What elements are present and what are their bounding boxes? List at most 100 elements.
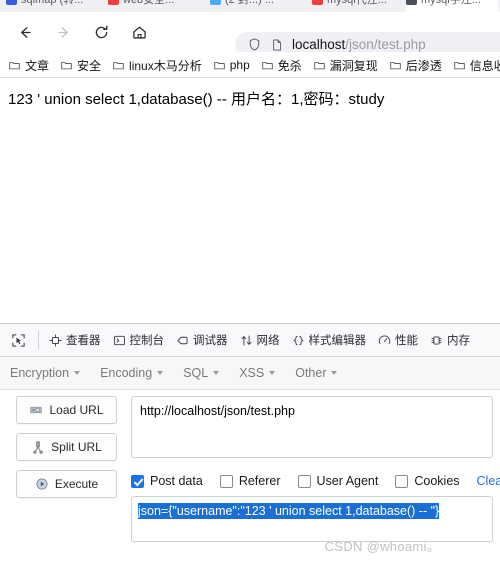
debugger-icon xyxy=(177,336,188,344)
page-icon xyxy=(273,39,281,50)
bookmarks-bar: 文章 安全 linux木马分析 php 免杀 漏洞复现 后渗透 信息收 xyxy=(0,52,500,78)
cookies-checkbox[interactable]: Cookies xyxy=(395,474,460,488)
referer-checkbox[interactable]: Referer xyxy=(219,474,281,488)
bookmark-label: 漏洞复现 xyxy=(329,58,378,73)
tab-favicon-icon xyxy=(312,0,323,5)
home-icon xyxy=(132,26,146,39)
devtools-panel: 查看器 控制台 调试器 网络 样式编辑器 性能 内存 Encryption En… xyxy=(0,323,500,561)
devtools-tab-style-editor[interactable]: 样式编辑器 xyxy=(286,324,373,356)
folder-icon xyxy=(262,61,273,69)
hackbar-menu-label: XSS xyxy=(239,366,265,380)
devtools-tab-inspector[interactable]: 查看器 xyxy=(43,324,107,356)
devtools-tab-network[interactable]: 网络 xyxy=(234,324,286,356)
bookmark-item[interactable]: 安全 xyxy=(60,57,101,74)
hackbar-menu-encoding[interactable]: Encoding xyxy=(100,366,164,380)
folder-icon xyxy=(314,61,325,69)
split-url-button[interactable]: Split URL xyxy=(16,433,117,461)
console-icon xyxy=(113,335,125,345)
back-button[interactable] xyxy=(8,17,42,47)
arrow-left-icon xyxy=(20,26,31,38)
tab-strip: sqlmap (转... web安全... (2 封...) ... mysql… xyxy=(0,0,500,12)
folder-icon xyxy=(9,61,20,69)
browser-tab-active[interactable]: mysql手注... xyxy=(406,0,498,12)
browser-tab[interactable]: sqlmap (转... xyxy=(6,0,102,12)
chevron-down-icon xyxy=(74,371,81,375)
navigation-toolbar: localhost/json/test.php xyxy=(0,12,500,57)
url-path: /json/test.php xyxy=(345,37,426,52)
devtools-tab-console[interactable]: 控制台 xyxy=(107,324,171,356)
url-input[interactable]: http://localhost/json/test.php xyxy=(131,396,493,458)
bookmark-item[interactable]: 信息收 xyxy=(453,57,500,74)
chevron-down-icon xyxy=(269,371,276,375)
hackbar-panel: Encryption Encoding SQL XSS Other Load U… xyxy=(0,357,500,561)
hackbar-menu-label: Other xyxy=(295,366,327,380)
tab-label: (2 封...) ... xyxy=(225,0,274,6)
element-picker-button[interactable] xyxy=(4,326,32,354)
devtools-toolbar: 查看器 控制台 调试器 网络 样式编辑器 性能 内存 xyxy=(0,324,500,357)
load-url-icon xyxy=(30,406,43,414)
bookmark-item[interactable]: 免杀 xyxy=(261,57,302,74)
hackbar-action-buttons: Load URL Split URL Execute xyxy=(16,396,117,507)
hackbar-menubar: Encryption Encoding SQL XSS Other xyxy=(0,357,500,390)
url-text: localhost/json/test.php xyxy=(292,37,426,52)
inspector-icon xyxy=(49,334,62,346)
checkbox-box[interactable] xyxy=(131,474,144,488)
tab-favicon-icon xyxy=(210,0,221,5)
devtools-tab-debugger[interactable]: 调试器 xyxy=(170,324,234,356)
checkbox-box[interactable] xyxy=(297,474,311,488)
checkbox-box[interactable] xyxy=(219,474,233,488)
devtools-tab-label: 网络 xyxy=(256,335,280,347)
hackbar-menu-encryption[interactable]: Encryption xyxy=(10,366,81,380)
checkbox-box[interactable] xyxy=(395,474,409,488)
button-label: Execute xyxy=(54,477,99,491)
devtools-tab-label: 查看器 xyxy=(66,335,101,347)
forward-button[interactable] xyxy=(46,17,80,47)
home-button[interactable] xyxy=(122,17,156,47)
bookmark-item[interactable]: linux木马分析 xyxy=(112,57,202,74)
element-picker-icon xyxy=(11,333,25,347)
execute-icon xyxy=(36,478,48,490)
page-body-text: 123 ' union select 1,database() -- 用户名：1… xyxy=(8,91,385,108)
arrow-right-icon xyxy=(57,26,68,38)
browser-tab[interactable]: web安全... xyxy=(108,0,204,12)
browser-tab[interactable]: (2 封...) ... xyxy=(210,0,306,12)
browser-tab[interactable]: mysql代注... xyxy=(312,0,400,12)
shield-icon xyxy=(249,38,260,51)
bookmark-item[interactable]: 漏洞复现 xyxy=(313,57,378,74)
bookmark-label: linux木马分析 xyxy=(129,58,202,73)
execute-button[interactable]: Execute xyxy=(16,470,117,498)
devtools-tab-label: 调试器 xyxy=(193,335,228,347)
hackbar-menu-other[interactable]: Other xyxy=(295,366,338,380)
checkbox-label: User Agent xyxy=(316,474,379,488)
post-data-selected-text: json={"username":"123 ' union select 1,d… xyxy=(138,503,440,519)
bookmark-item[interactable]: 文章 xyxy=(8,57,49,74)
devtools-tab-label: 内存 xyxy=(447,335,470,347)
devtools-tab-memory[interactable]: 内存 xyxy=(424,324,476,356)
clear-all-link[interactable]: Clear All xyxy=(477,474,500,488)
hackbar-menu-label: Encryption xyxy=(10,366,70,380)
style-editor-icon xyxy=(292,335,304,345)
checkbox-label: Referer xyxy=(238,474,281,488)
bookmark-label: 后渗透 xyxy=(405,58,442,73)
tab-label: mysql代注... xyxy=(327,0,387,6)
network-icon xyxy=(240,334,252,346)
bookmark-item[interactable]: 后渗透 xyxy=(389,57,442,74)
hackbar-options-row: Post data Referer User Agent Cookies Cle… xyxy=(131,470,500,492)
bookmark-label: php xyxy=(229,58,250,72)
post-data-checkbox[interactable]: Post data xyxy=(131,474,203,488)
bookmark-item[interactable]: php xyxy=(213,58,250,72)
devtools-tab-label: 性能 xyxy=(395,335,418,347)
devtools-tab-performance[interactable]: 性能 xyxy=(372,324,424,356)
hackbar-menu-sql[interactable]: SQL xyxy=(183,366,220,380)
user-agent-checkbox[interactable]: User Agent xyxy=(297,474,379,488)
reload-icon xyxy=(95,25,107,38)
bookmark-label: 安全 xyxy=(77,58,102,73)
chevron-down-icon xyxy=(331,371,338,375)
folder-icon xyxy=(390,61,401,69)
load-url-button[interactable]: Load URL xyxy=(16,396,117,424)
folder-icon xyxy=(454,61,465,69)
reload-button[interactable] xyxy=(84,17,118,47)
tab-label: web安全... xyxy=(123,0,175,6)
folder-icon xyxy=(113,61,124,69)
hackbar-menu-xss[interactable]: XSS xyxy=(239,366,276,380)
